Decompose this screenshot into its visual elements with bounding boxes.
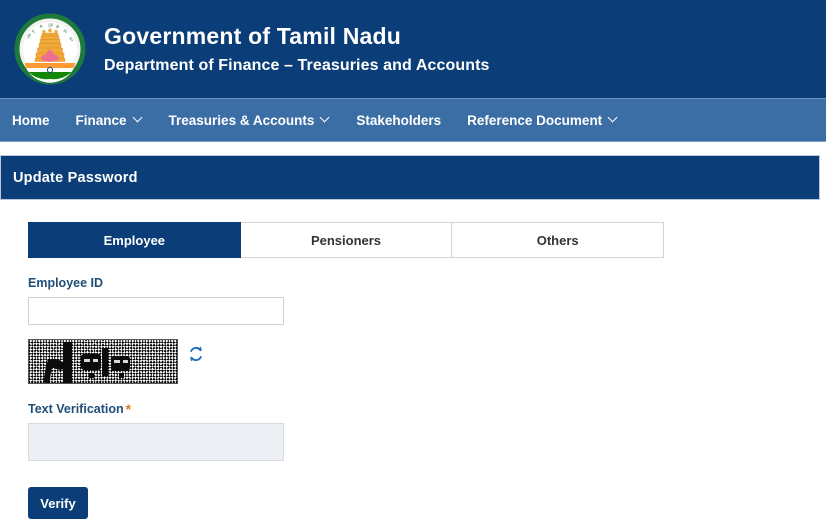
account-type-tabs: Employee Pensioners Others <box>28 222 665 258</box>
employee-id-label: Employee ID <box>28 276 104 290</box>
nav-label: Stakeholders <box>356 112 442 128</box>
tamil-nadu-state-emblem-icon: அ ர சு மு த ல் வ <box>14 13 86 85</box>
tab-label: Others <box>536 232 579 248</box>
text-verification-label: Text Verification * <box>28 402 826 416</box>
refresh-captcha-button[interactable] <box>187 345 205 363</box>
chevron-down-icon <box>609 114 618 123</box>
main-navigation: Home Finance Treasuries & Accounts Stake… <box>0 98 826 142</box>
nav-item-home[interactable]: Home <box>0 99 63 141</box>
nav-item-stakeholders[interactable]: Stakeholders <box>343 99 454 141</box>
chevron-down-icon <box>321 114 330 123</box>
tab-others[interactable]: Others <box>452 222 665 258</box>
page-title-bar: Update Password <box>0 155 820 200</box>
text-verification-label-text: Text Verification <box>28 402 124 416</box>
verify-button[interactable]: Verify <box>28 487 88 519</box>
refresh-icon <box>190 346 202 362</box>
submit-row: Verify <box>28 461 826 519</box>
employee-id-input[interactable] <box>28 297 284 325</box>
tab-label: Pensioners <box>310 232 382 248</box>
nav-label: Reference Document <box>467 112 603 128</box>
tab-employee[interactable]: Employee <box>28 222 241 258</box>
site-header: அ ர சு மு த ல் வ Government of Tamil Nad… <box>0 0 826 98</box>
nav-item-finance[interactable]: Finance <box>63 99 156 141</box>
page-content: Employee Pensioners Others Employee ID T… <box>0 200 826 519</box>
government-title: Government of Tamil Nadu <box>104 23 402 50</box>
captcha-image <box>28 339 178 384</box>
nav-label: Home <box>12 112 50 128</box>
department-title: Department of Finance – Treasuries and A… <box>104 56 490 74</box>
tab-label: Employee <box>103 232 166 248</box>
chevron-down-icon <box>134 114 143 123</box>
svg-text:மு: மு <box>48 21 55 28</box>
header-title-block: Government of Tamil Nadu Department of F… <box>104 23 490 75</box>
page-title: Update Password <box>13 169 138 186</box>
tab-pensioners[interactable]: Pensioners <box>240 222 453 258</box>
header-content-spacer <box>0 142 826 155</box>
required-marker: * <box>125 401 132 417</box>
nav-label: Finance <box>75 112 127 128</box>
text-verification-input[interactable] <box>28 423 284 461</box>
nav-label: Treasuries & Accounts <box>168 112 315 128</box>
captcha-row <box>28 339 826 384</box>
nav-item-reference-document[interactable]: Reference Document <box>454 99 631 141</box>
nav-item-treasuries-accounts[interactable]: Treasuries & Accounts <box>156 99 344 141</box>
